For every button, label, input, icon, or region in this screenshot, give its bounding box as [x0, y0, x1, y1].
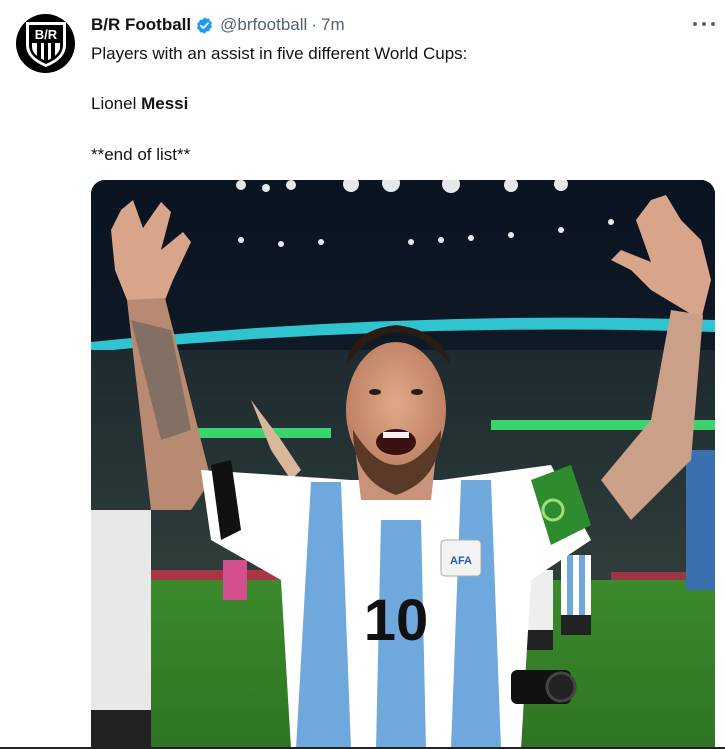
author-handle[interactable]: @brfootball [220, 15, 307, 35]
player-first-name: Lionel [91, 94, 142, 113]
player-last-name: Messi [141, 94, 189, 113]
more-options-icon[interactable] [693, 14, 715, 34]
tweet-text-line-2: Lionel Messi [91, 94, 188, 114]
author-name[interactable]: B/R Football [91, 15, 191, 35]
jersey-badge-text: AFA [450, 555, 472, 567]
avatar-text: B/R [34, 27, 57, 42]
tweet-card[interactable]: B/R B/R Football @brfootball · 7m Player… [0, 0, 725, 749]
jersey-number: 10 [364, 588, 429, 653]
avatar[interactable]: B/R [16, 14, 75, 73]
tweet-header: B/R Football @brfootball · 7m [91, 15, 345, 35]
verified-badge-icon [197, 16, 213, 34]
separator-dot: · [311, 15, 317, 34]
tweet-text-line-1: Players with an assist in five different… [91, 44, 468, 63]
tweet-text-line-3: **end of list** [91, 145, 191, 164]
br-logo-icon: B/R [25, 21, 66, 67]
timestamp[interactable]: 7m [321, 15, 345, 35]
tweet-media-photo[interactable]: AFA 10 [91, 180, 715, 749]
messi-celebration-photo: AFA 10 [91, 180, 715, 749]
